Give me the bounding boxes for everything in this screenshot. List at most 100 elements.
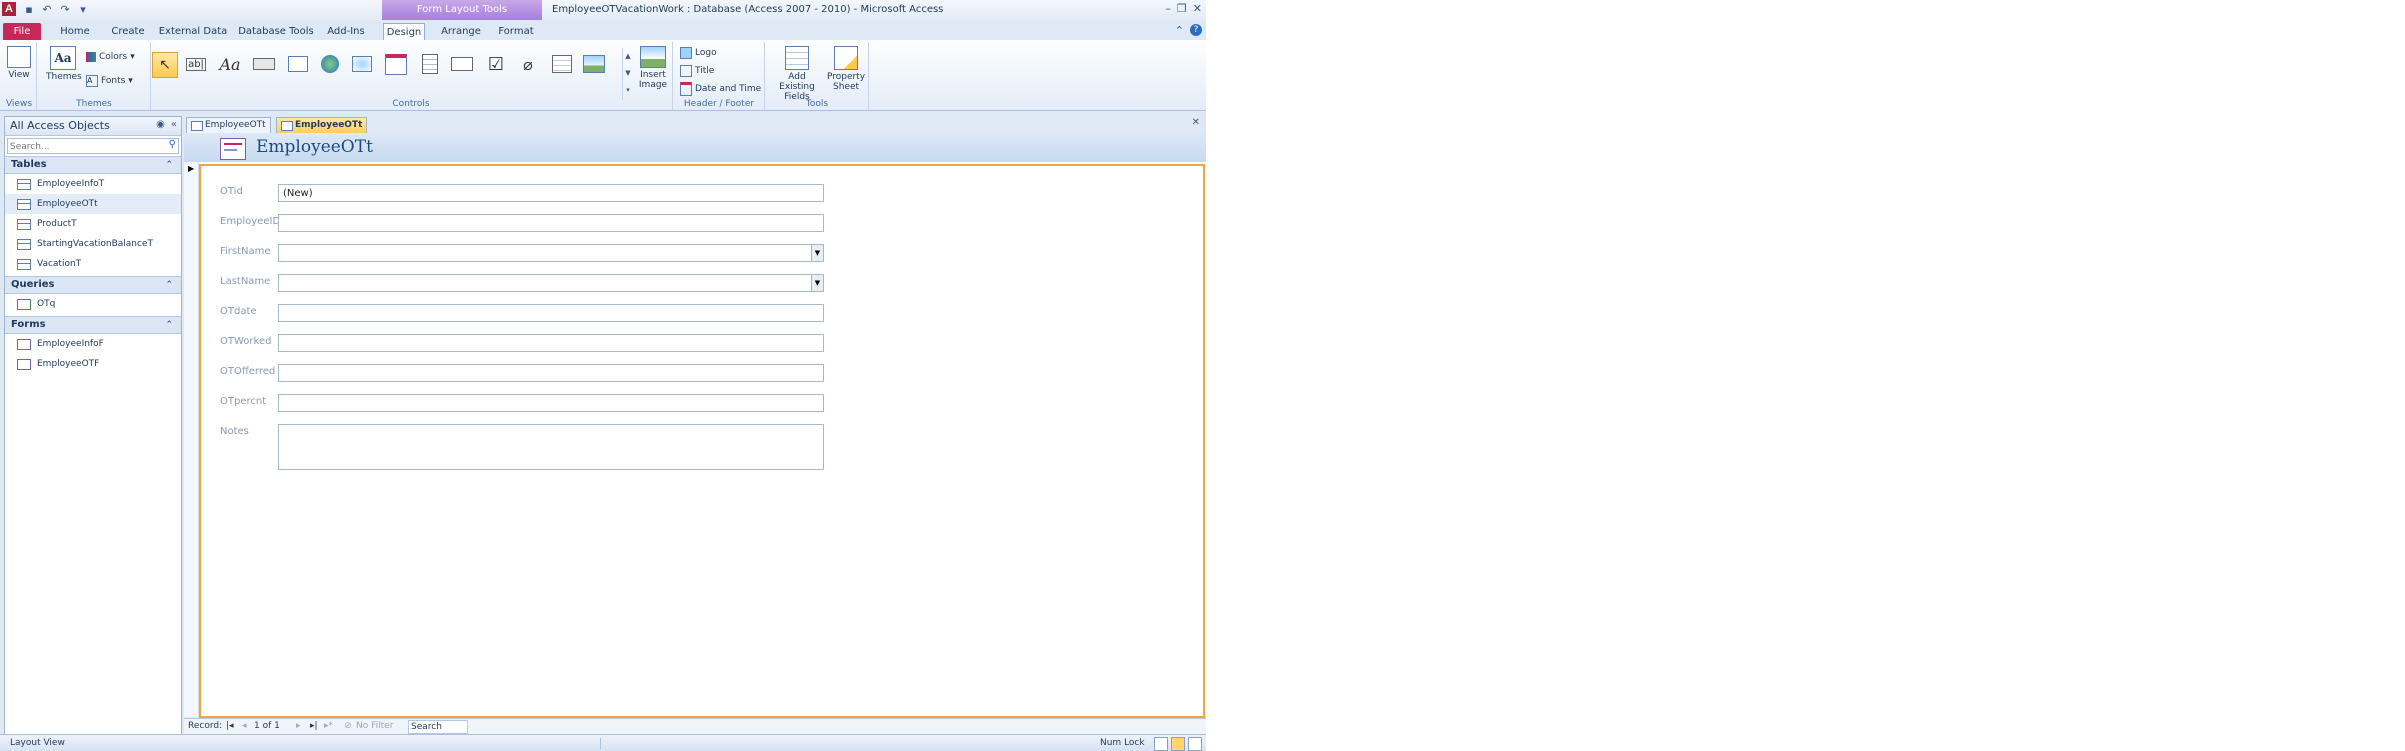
minimize-icon[interactable]: – [1165,2,1171,15]
attachment-control-icon[interactable]: ⌀ [516,52,540,76]
filter-icon[interactable]: ⊘ [344,721,352,731]
button-control-icon[interactable] [252,52,276,76]
form-logo-icon[interactable] [220,138,246,160]
ribbon-right-controls: ⌃ ? [1175,24,1202,37]
field-label-employeeid: EmployeeID [220,216,281,227]
nav-item-table[interactable]: ProductT [5,214,181,234]
otworked-field[interactable] [278,334,824,352]
nav-item-table[interactable]: StartingVacationBalanceT [5,234,181,254]
add-existing-fields-button[interactable]: Add Existing Fields [770,46,824,102]
firstname-combo[interactable]: ▼ [278,244,824,262]
otdate-field[interactable] [278,304,824,322]
form-view-icon[interactable] [1154,737,1168,751]
collapse-icon[interactable]: ⌃ [165,277,173,293]
collapse-icon[interactable]: ⌃ [165,157,173,173]
form-icon [281,121,293,131]
nav-item-table[interactable]: EmployeeInfoT [5,174,181,194]
close-document-icon[interactable]: ✕ [1192,117,1200,128]
nav-section-forms[interactable]: Forms ⌃ [5,316,181,334]
dropdown-arrow-icon[interactable]: ▼ [811,275,823,291]
field-label-lastname: LastName [220,276,271,287]
textbox-control-icon[interactable]: ab| [184,52,208,76]
combo-box-control-icon[interactable] [450,52,474,76]
next-record-icon[interactable]: ▸ [296,721,301,731]
nav-search-input[interactable] [8,141,160,153]
record-search-input[interactable]: Search [408,720,468,734]
navigation-control-icon[interactable] [384,52,408,76]
restore-icon[interactable]: ❐ [1177,2,1187,15]
notes-field[interactable] [278,424,824,470]
tab-format[interactable]: Format [494,23,538,40]
new-record-icon[interactable]: ▸* [324,721,333,731]
nav-pane-header[interactable]: All Access Objects ◉ « [5,117,181,136]
hyperlink-control-icon[interactable] [318,52,342,76]
form-title[interactable]: EmployeeOTt [256,137,373,157]
tab-design[interactable]: Design [383,23,425,41]
tab-file[interactable]: File [3,23,41,40]
access-logo-icon[interactable]: A [2,2,16,16]
insert-image-button[interactable]: Insert Image [636,46,670,90]
doc-tab-table[interactable]: EmployeeOTt [186,117,271,133]
employeeid-field[interactable] [278,214,824,232]
dropdown-arrow-icon[interactable]: ▼ [811,245,823,261]
layout-view-icon[interactable] [1171,737,1185,751]
nav-item-query[interactable]: OTq [5,294,181,314]
more-icon[interactable]: ▾ [623,82,633,99]
nav-item-table[interactable]: EmployeeOTt [5,194,181,214]
save-icon[interactable]: ▪ [22,3,36,16]
last-record-icon[interactable]: ▸| [310,721,318,731]
redo-icon[interactable]: ↷ [58,3,72,16]
help-icon[interactable]: ? [1190,24,1202,36]
nav-item-form[interactable]: EmployeeOTF [5,354,181,374]
tab-external-data[interactable]: External Data [158,23,228,40]
filter-status[interactable]: No Filter [356,721,393,731]
nav-section-queries[interactable]: Queries ⌃ [5,276,181,294]
minimize-ribbon-icon[interactable]: ⌃ [1175,24,1184,37]
colors-button[interactable]: Colors ▾ [86,50,135,64]
select-pointer-icon[interactable]: ↖ [152,52,178,78]
list-box-control-icon[interactable] [550,52,574,76]
lastname-combo[interactable]: ▼ [278,274,824,292]
otofferred-field[interactable] [278,364,824,382]
title-button[interactable]: Title [680,64,714,78]
shutter-bar-close-icon[interactable]: « [171,119,177,130]
search-icon[interactable]: ⚲ [169,139,176,150]
logo-button[interactable]: Logo [680,46,717,60]
fonts-button[interactable]: A Fonts ▾ [86,74,133,88]
tab-control-icon[interactable] [286,52,310,76]
design-view-icon[interactable] [1188,737,1202,751]
collapse-icon[interactable]: ⌃ [165,317,173,333]
property-sheet-button[interactable]: Property Sheet [826,46,866,92]
image-control-icon[interactable] [582,52,606,76]
current-record-box[interactable]: 1 of 1 [254,721,280,731]
tab-add-ins[interactable]: Add-Ins [324,23,368,40]
doc-tab-form[interactable]: EmployeeOTt [276,117,368,133]
nav-pane-title[interactable]: All Access Objects [10,119,110,132]
close-icon[interactable]: ✕ [1193,2,1202,15]
themes-button[interactable]: Aa Themes [46,46,82,82]
nav-item-form[interactable]: EmployeeInfoF [5,334,181,354]
record-selector[interactable]: ▶ [184,162,199,717]
nav-menu-chevron-icon[interactable]: ◉ [156,119,165,130]
tab-home[interactable]: Home [58,23,92,40]
otid-field[interactable]: (New) [278,184,824,202]
scroll-down-icon[interactable]: ▼ [623,65,633,82]
previous-record-icon[interactable]: ◂ [242,721,247,731]
view-button[interactable]: View [5,46,33,80]
option-group-icon[interactable] [418,52,442,76]
first-record-icon[interactable]: |◂ [226,721,234,731]
controls-gallery-scroll[interactable]: ▲ ▼ ▾ [622,48,633,100]
date-time-button[interactable]: Date and Time [680,82,761,96]
tab-arrange[interactable]: Arrange [438,23,484,40]
otpercnt-field[interactable] [278,394,824,412]
customize-qat-icon[interactable]: ▾ [76,3,90,16]
tab-database-tools[interactable]: Database Tools [238,23,314,40]
tab-create[interactable]: Create [108,23,148,40]
undo-icon[interactable]: ↶ [40,3,54,16]
scroll-up-icon[interactable]: ▲ [623,48,633,65]
web-browser-control-icon[interactable] [350,52,374,76]
nav-section-tables[interactable]: Tables ⌃ [5,156,181,174]
nav-item-table[interactable]: VacationT [5,254,181,274]
check-box-control-icon[interactable]: ☑ [484,52,508,76]
label-control-icon[interactable]: Aa [218,52,242,76]
